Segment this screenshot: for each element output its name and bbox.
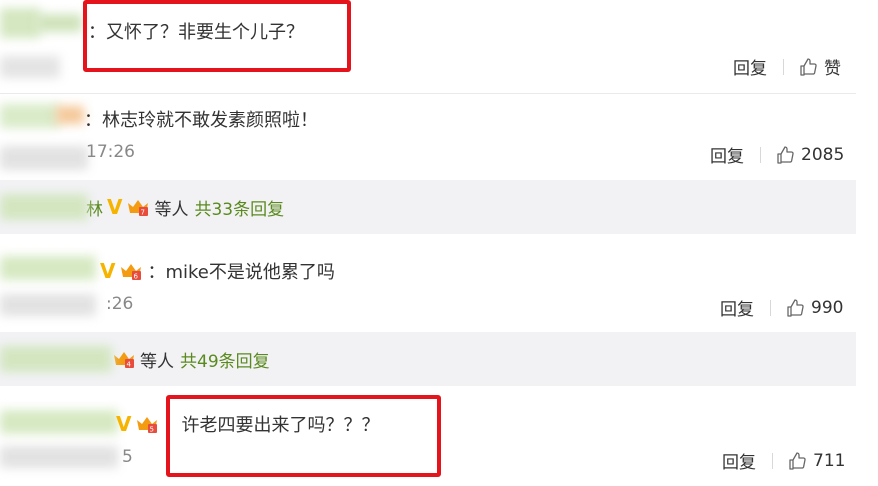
separator	[760, 146, 761, 163]
comment-list: ：又怀了？非要生个儿子？ 回复 赞 ：林志玲就不敢发素颜照啦！ 17:26 回复…	[0, 0, 878, 486]
crown-badge-icon: 6	[121, 264, 142, 281]
comment-time: 17:26	[86, 142, 135, 162]
comment-actions: 回复 711	[722, 448, 845, 474]
thumbs-up-icon	[787, 298, 804, 317]
like-count: 赞	[824, 59, 841, 79]
avatar-blurred	[0, 446, 118, 468]
comment-actions: 回复 2085	[710, 142, 844, 168]
avatar-blurred	[0, 294, 96, 316]
like-button[interactable]: 711	[787, 451, 845, 471]
reply-button[interactable]: 回复	[710, 142, 744, 167]
avatar-blurred	[0, 146, 88, 170]
svg-text:6: 6	[134, 273, 139, 281]
avatar-blurred	[0, 56, 60, 78]
separator	[770, 299, 771, 316]
like-count: 990	[811, 297, 844, 318]
reply-button[interactable]: 回复	[720, 295, 754, 320]
highlight-box	[166, 395, 441, 477]
avatar-blurred	[0, 410, 118, 434]
separator	[783, 58, 784, 75]
svg-text:4: 4	[127, 361, 132, 369]
avatar-blurred	[0, 194, 88, 220]
reply-others-label: 等人	[140, 351, 174, 372]
comment-actions: 回复 赞	[733, 54, 841, 79]
thumbs-up-icon	[777, 145, 794, 164]
avatar-blurred	[0, 8, 40, 38]
crown-badge-icon: 4	[114, 352, 134, 369]
verified-v-badge: V	[107, 195, 123, 219]
reply-summary-bar[interactable]: 4 等人 共49条回复	[0, 332, 856, 386]
comment-text: ：林志玲就不敢发素颜照啦！	[84, 110, 318, 131]
like-button[interactable]: 赞	[798, 54, 841, 79]
view-replies-link[interactable]: 共33条回复	[194, 195, 284, 220]
avatar-blurred	[0, 346, 112, 372]
thumbs-up-icon	[789, 451, 806, 470]
svg-text:5: 5	[150, 426, 154, 434]
like-button[interactable]: 990	[785, 298, 843, 318]
verified-v-badge: V	[116, 412, 132, 436]
like-button[interactable]: 2085	[775, 145, 844, 165]
comment-actions: 回复 990	[720, 295, 843, 321]
username-blurred	[36, 14, 82, 32]
like-count: 2085	[801, 144, 845, 165]
comment-text: V 6 ：mike不是说他累了吗	[100, 258, 335, 284]
like-count: 711	[813, 450, 846, 471]
divider	[0, 93, 856, 94]
comment-body: ：mike不是说他累了吗	[147, 262, 335, 283]
comment-time: 5	[122, 447, 133, 467]
thumbs-up-icon	[800, 57, 817, 76]
verified-v-badge: V	[100, 259, 116, 283]
reply-button[interactable]: 回复	[733, 54, 767, 79]
crown-badge-icon: 7	[128, 200, 149, 217]
reply-username[interactable]: 林	[86, 195, 103, 220]
separator	[772, 452, 773, 469]
comment-time: :26	[106, 294, 134, 314]
view-replies-link[interactable]: 共49条回复	[180, 347, 270, 372]
avatar-blurred	[0, 104, 60, 128]
crown-badge-icon: 5	[137, 417, 158, 434]
reply-others-label: 等人	[154, 199, 189, 220]
reply-summary-bar[interactable]: 林 V 7 等人 共33条回复	[0, 180, 856, 234]
reply-button[interactable]: 回复	[722, 448, 756, 473]
avatar-blurred	[0, 256, 96, 280]
svg-text:7: 7	[141, 209, 145, 217]
highlight-box	[83, 0, 351, 72]
username-blurred	[56, 106, 84, 124]
